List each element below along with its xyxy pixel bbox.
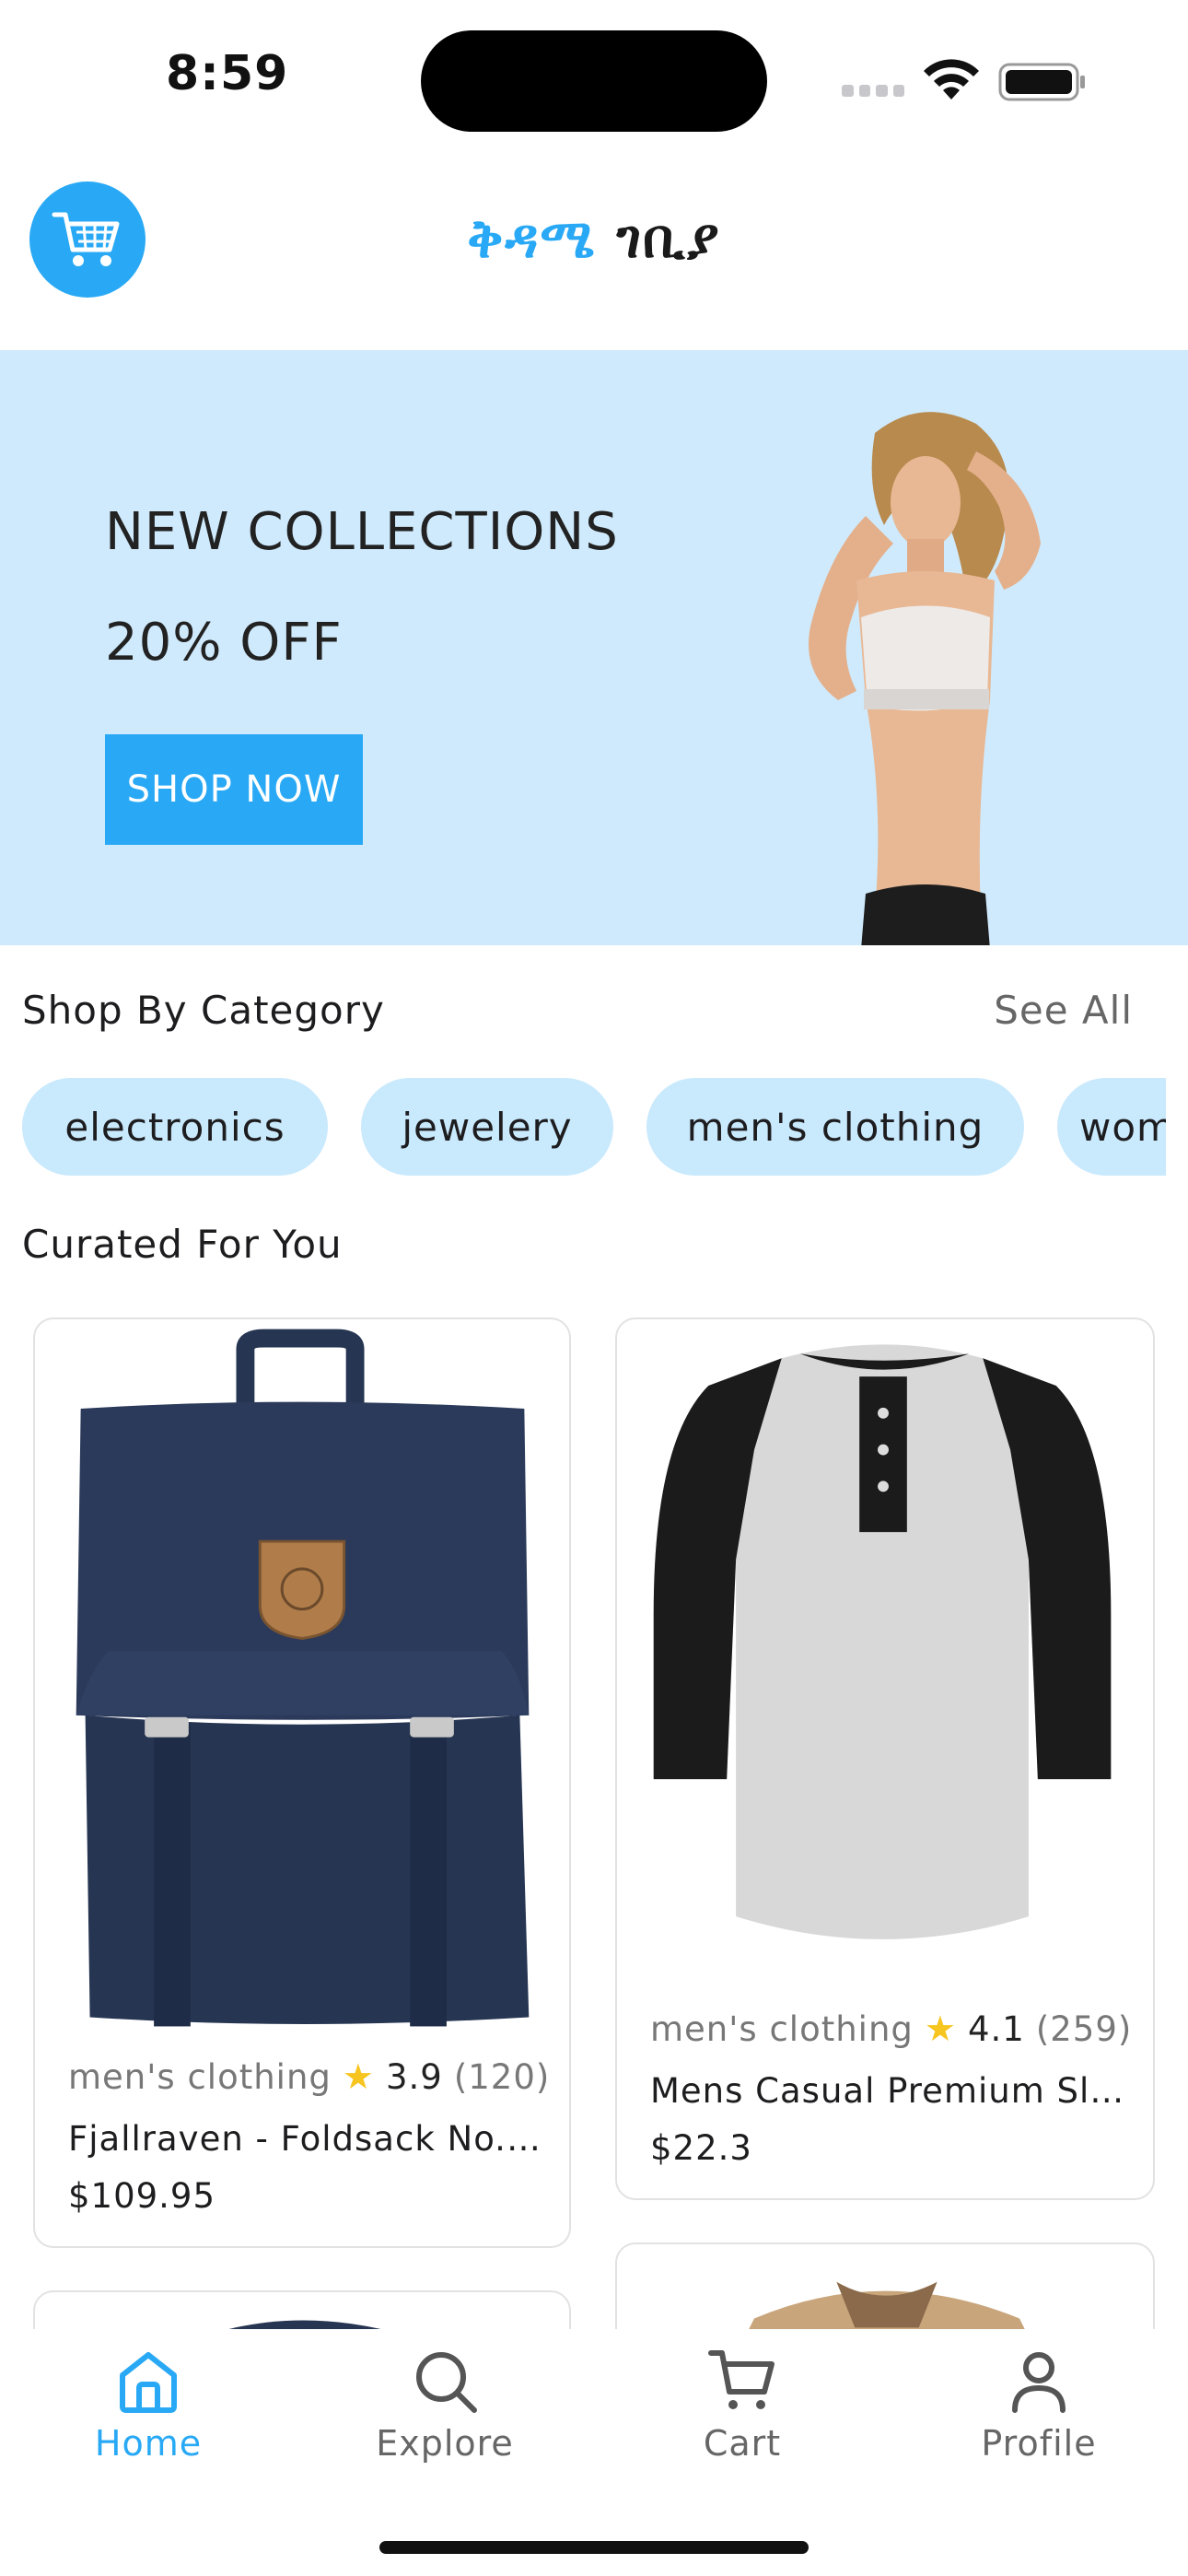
app-header: ቅዳሜ ገቢያ — [0, 157, 1188, 350]
product-card[interactable]: men's clothing ★ 3.9 (120) Fjallraven - … — [33, 1317, 571, 2248]
search-icon — [416, 2352, 477, 2413]
dynamic-island — [421, 30, 767, 132]
brand-title-part1: ቅዳሜ — [467, 207, 597, 270]
wifi-icon — [924, 59, 979, 100]
category-chip-mens-clothing[interactable]: men's clothing — [646, 1078, 1024, 1176]
product-meta: men's clothing ★ 3.9 (120) — [68, 2056, 551, 2097]
nav-label-home: Home — [94, 2423, 203, 2464]
product-rating: 4.1 — [967, 2008, 1025, 2049]
nav-label-cart: Cart — [703, 2423, 782, 2464]
nav-label-profile: Profile — [981, 2423, 1097, 2464]
home-icon — [120, 2352, 177, 2413]
bottom-navigation: Home Explore Cart Profile — [0, 2329, 1188, 2576]
product-review-count: (120) — [453, 2056, 551, 2097]
category-chip-womens-clothing[interactable]: women's clothing — [1057, 1078, 1166, 1176]
brand-title: ቅዳሜ ገቢያ — [0, 207, 1188, 271]
category-section-title: Shop By Category — [22, 988, 385, 1033]
hero-discount: 20% OFF — [105, 613, 343, 673]
shop-now-button[interactable]: SHOP NOW — [105, 734, 363, 845]
product-price: $22.3 — [650, 2128, 752, 2168]
home-indicator[interactable] — [379, 2541, 809, 2554]
product-price: $109.95 — [68, 2176, 216, 2216]
nav-item-explore[interactable]: Explore — [353, 2329, 537, 2513]
hero-model-image — [809, 412, 1041, 945]
category-chip-jewelery[interactable]: jewelery — [361, 1078, 613, 1176]
hero-title: NEW COLLECTIONS — [105, 502, 619, 562]
brand-title-part2: ገቢያ — [616, 207, 721, 270]
nav-item-home[interactable]: Home — [56, 2329, 240, 2513]
product-category: men's clothing — [68, 2056, 332, 2097]
curated-section-title: Curated For You — [22, 1222, 343, 1267]
nav-label-explore: Explore — [376, 2423, 514, 2464]
profile-icon — [1012, 2352, 1066, 2413]
cellular-signal-icon — [842, 85, 904, 98]
product-category: men's clothing — [650, 2008, 914, 2049]
product-image-tshirt — [653, 1344, 1112, 1939]
nav-item-profile[interactable]: Profile — [947, 2329, 1131, 2513]
status-time: 8:59 — [166, 46, 289, 101]
star-icon: ★ — [924, 2008, 957, 2049]
product-image-backpack — [76, 1329, 530, 2027]
category-chip-electronics[interactable]: electronics — [22, 1078, 328, 1176]
product-rating: 3.9 — [385, 2056, 443, 2097]
product-review-count: (259) — [1035, 2008, 1133, 2049]
hero-banner: NEW COLLECTIONS 20% OFF SHOP NOW — [0, 350, 1188, 945]
product-name: Fjallraven - Foldsack No. 1 Backpack, Fi… — [68, 2119, 542, 2159]
product-card[interactable]: men's clothing ★ 4.1 (259) Mens Casual P… — [615, 1317, 1155, 2200]
status-bar: 8:59 — [0, 0, 1188, 157]
category-chip-list: electronics jewelery men's clothing wome… — [22, 1078, 1166, 1176]
nav-item-cart[interactable]: Cart — [650, 2329, 834, 2513]
battery-icon — [998, 63, 1085, 101]
star-icon: ★ — [342, 2056, 375, 2097]
product-name: Mens Casual Premium Slim Fit T-Shirts — [650, 2071, 1125, 2111]
see-all-link[interactable]: See All — [994, 988, 1133, 1033]
product-meta: men's clothing ★ 4.1 (259) — [650, 2008, 1135, 2049]
cart-icon — [708, 2350, 775, 2409]
